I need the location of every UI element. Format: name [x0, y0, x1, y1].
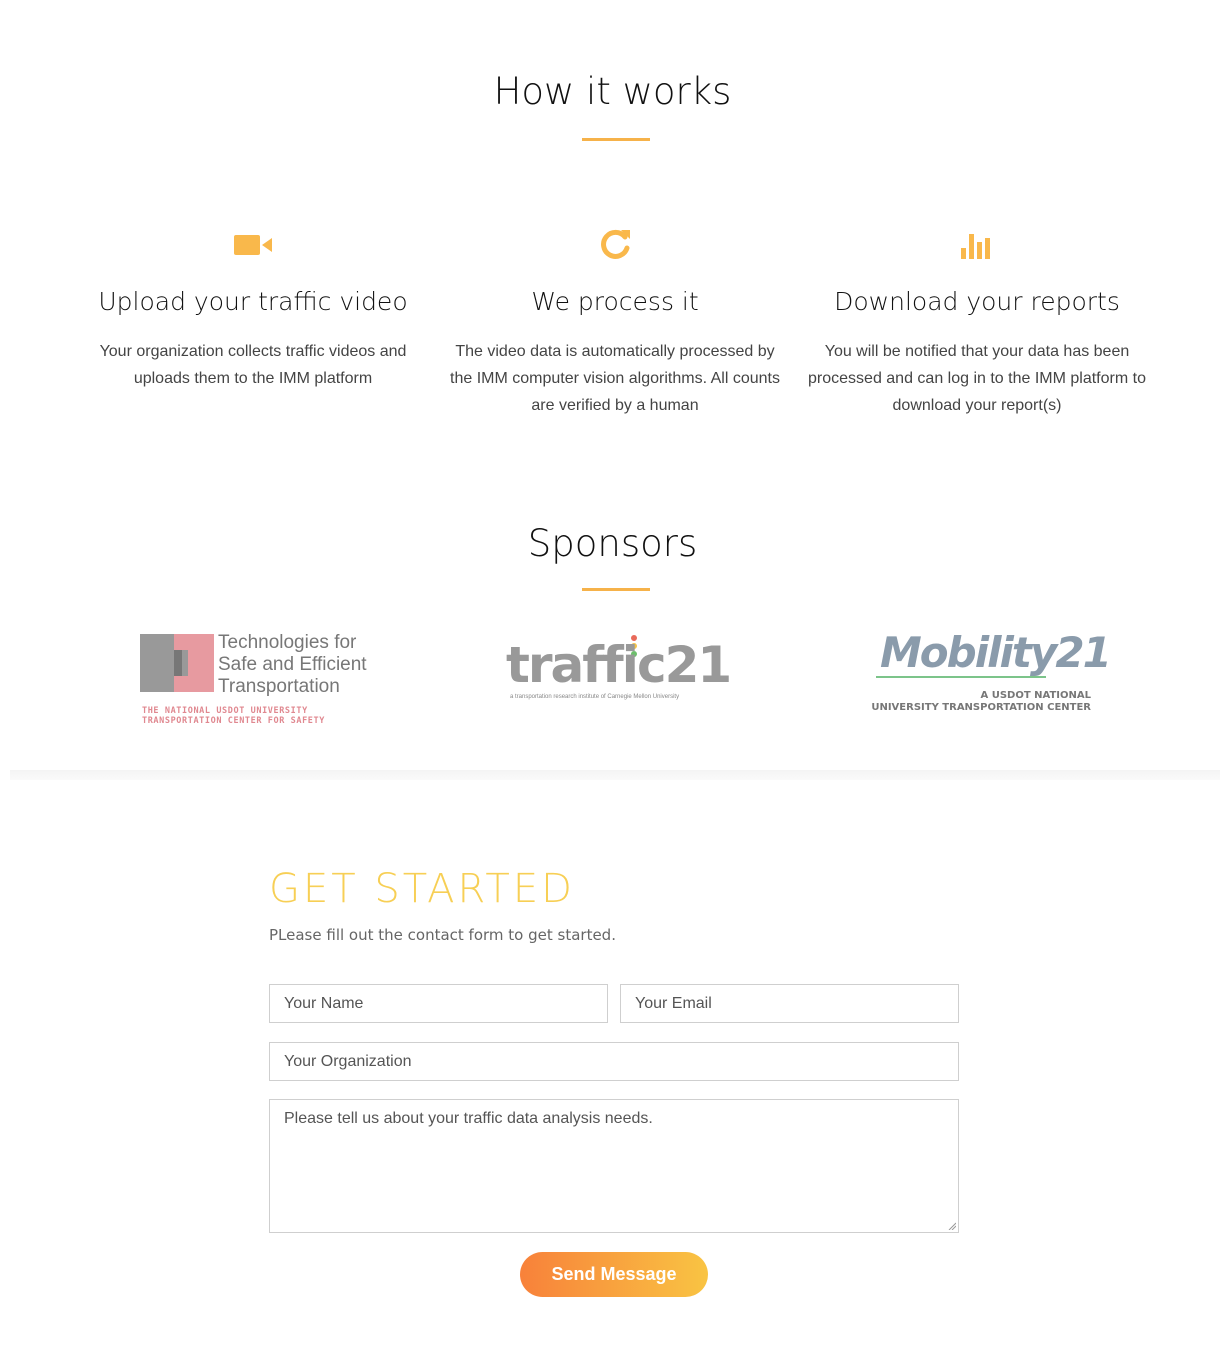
mobility21-logo[interactable]: Mobility21 A USDOT NATIONAL UNIVERSITY T… — [862, 628, 1111, 718]
section-divider — [10, 770, 1220, 780]
refresh-icon — [434, 225, 796, 265]
title-underline — [582, 588, 650, 591]
logo-wordmark: traffic21 — [506, 636, 732, 694]
step-title: Download your reports — [834, 287, 1120, 316]
logo-text: Safe and Efficient — [218, 654, 367, 675]
get-started-title: GET STARTED — [269, 866, 575, 912]
logo-wordmark: Mobility21 — [880, 628, 1112, 677]
step-description: Your organization collects traffic video… — [99, 343, 407, 387]
logo-tagline: UNIVERSITY TRANSPORTATION CENTER — [871, 702, 1091, 713]
bar-chart-icon — [796, 225, 1158, 265]
email-field[interactable]: Your Email — [620, 984, 959, 1023]
message-textarea[interactable]: Please tell us about your traffic data a… — [269, 1099, 959, 1233]
safety21-logo[interactable]: Technologies for Safe and Efficient Tran… — [140, 632, 370, 727]
logo-text: Transportation — [218, 676, 340, 697]
organization-field[interactable]: Your Organization — [269, 1042, 959, 1081]
step-title: Upload your traffic video — [98, 287, 408, 316]
message-placeholder: Please tell us about your traffic data a… — [284, 1110, 653, 1127]
video-camera-icon — [72, 225, 434, 265]
name-field[interactable]: Your Name — [269, 984, 608, 1023]
send-message-button[interactable]: Send Message — [520, 1252, 708, 1297]
logo-tagline: a transportation research institute of C… — [510, 694, 680, 700]
sponsors-title: Sponsors — [527, 522, 698, 565]
traffic21-logo[interactable]: traffic21 a transportation research inst… — [506, 634, 732, 704]
get-started-subtitle: PLease fill out the contact form to get … — [269, 926, 616, 944]
resize-handle-icon[interactable] — [948, 1222, 956, 1230]
logo-tagline: A USDOT NATIONAL — [980, 690, 1091, 701]
logo-text: Technologies for — [218, 632, 357, 653]
step-description: You will be notified that your data has … — [808, 343, 1146, 414]
logo-swoosh — [876, 676, 1046, 678]
step-process: We process it The video data is automati… — [434, 225, 796, 419]
step-description: The video data is automatically processe… — [450, 343, 780, 414]
how-it-works-title: How it works — [493, 70, 732, 113]
logo-tagline: THE NATIONAL USDOT UNIVERSITY — [142, 706, 308, 716]
title-underline — [582, 138, 650, 141]
step-upload: Upload your traffic video Your organizat… — [72, 225, 434, 392]
step-download: Download your reports You will be notifi… — [796, 225, 1158, 419]
logo-tagline: TRANSPORTATION CENTER FOR SAFETY — [142, 716, 325, 726]
step-title: We process it — [531, 287, 699, 316]
